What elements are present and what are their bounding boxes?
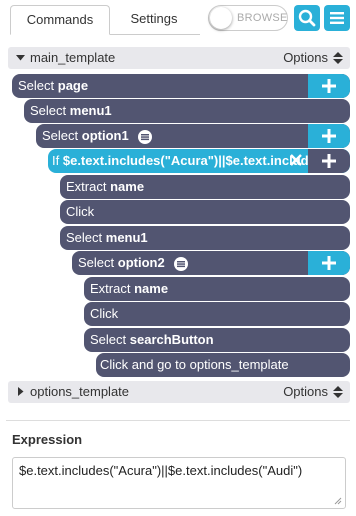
command-select-option2[interactable]: Select option2 <box>72 251 350 275</box>
command-extract-name[interactable]: Extract name <box>84 277 350 301</box>
command-select-menu1[interactable]: Select menu1 <box>24 99 350 123</box>
plus-icon <box>322 79 336 93</box>
caret-down-icon[interactable] <box>16 53 25 62</box>
sort-icon[interactable] <box>333 52 343 64</box>
tab-commands[interactable]: Commands <box>10 5 110 35</box>
command-click[interactable]: Click <box>60 200 350 224</box>
close-icon[interactable] <box>288 152 304 168</box>
template-name: main_template <box>30 50 116 65</box>
command-click[interactable]: Click <box>84 302 350 326</box>
toggle-knob <box>210 7 232 29</box>
hamburger-icon <box>330 12 344 24</box>
template-options-label[interactable]: Options <box>283 47 328 69</box>
search-button[interactable] <box>294 5 320 31</box>
expression-textarea[interactable]: $e.text.includes("Acura")||$e.text.inclu… <box>12 457 346 509</box>
sort-icon[interactable] <box>333 386 343 398</box>
command-extract-name[interactable]: Extract name <box>60 175 350 199</box>
search-icon <box>298 9 316 27</box>
command-select-option1[interactable]: Select option1 <box>36 124 350 148</box>
divider <box>6 420 350 421</box>
expression-title: Expression <box>12 432 83 447</box>
resize-handle-icon[interactable] <box>334 497 342 505</box>
add-command-button[interactable] <box>308 251 350 275</box>
top-bar: Commands Settings BROWSE <box>0 0 356 38</box>
command-select-menu1[interactable]: Select menu1 <box>60 226 350 250</box>
template-row-options[interactable]: options_template Options <box>8 381 350 403</box>
command-click-and-go[interactable]: Click and go to options_template <box>96 353 350 377</box>
plus-icon <box>322 154 336 168</box>
add-command-button[interactable] <box>308 124 350 148</box>
template-options-label[interactable]: Options <box>283 381 328 403</box>
add-command-button[interactable] <box>308 74 350 98</box>
toggle-label: BROWSE <box>237 12 288 24</box>
tab-divider <box>110 34 200 35</box>
menu-button[interactable] <box>324 5 350 31</box>
command-if-condition[interactable]: If $e.text.includes("Acura")||$e.text.in… <box>48 149 350 173</box>
tab-settings[interactable]: Settings <box>112 5 196 35</box>
list-icon[interactable] <box>138 129 153 144</box>
command-select-page[interactable]: Select page <box>12 74 350 98</box>
template-row-main[interactable]: main_template Options <box>8 47 350 69</box>
browse-toggle[interactable]: BROWSE <box>208 5 288 31</box>
add-command-button[interactable] <box>308 149 350 173</box>
template-name: options_template <box>30 384 130 399</box>
list-icon[interactable] <box>174 256 189 271</box>
caret-right-icon[interactable] <box>16 387 25 396</box>
plus-icon <box>322 256 336 270</box>
expression-value: $e.text.includes("Acura")||$e.text.inclu… <box>19 463 303 478</box>
plus-icon <box>322 129 336 143</box>
command-select-searchbutton[interactable]: Select searchButton <box>84 328 350 352</box>
